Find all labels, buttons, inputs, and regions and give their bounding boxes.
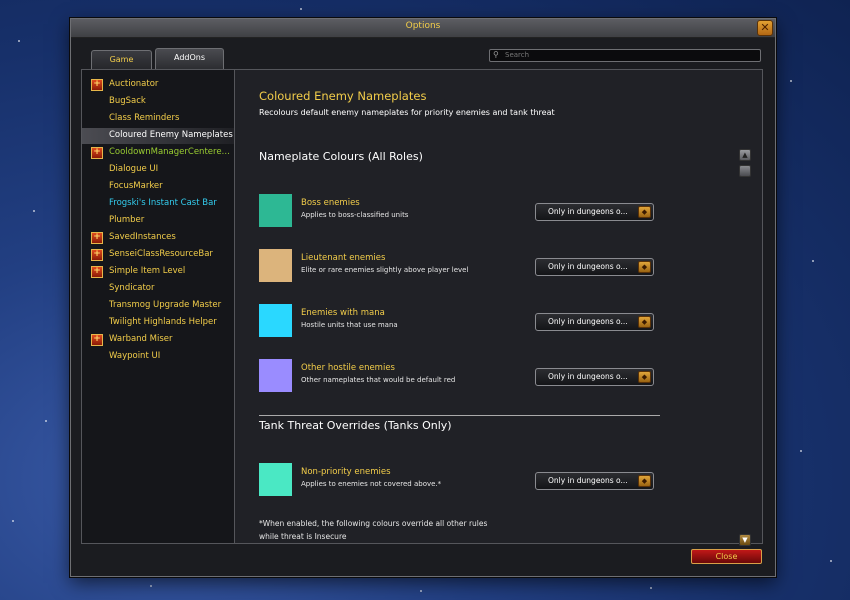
dropdown-arrow-icon[interactable]: ◆ <box>638 316 651 328</box>
mode-dropdown[interactable]: Only in dungeons o... ◆ <box>535 368 654 386</box>
dropdown-arrow-icon[interactable]: ◆ <box>638 261 651 273</box>
sidebar-item-label: Twilight Highlands Helper <box>109 317 217 327</box>
sidebar-item-label: Class Reminders <box>109 113 180 123</box>
mode-dropdown[interactable]: Only in dungeons o... ◆ <box>535 472 654 490</box>
sidebar-item[interactable]: + SenseiClassResourceBar <box>82 247 235 263</box>
search-input[interactable]: ⚲ Search <box>489 49 761 62</box>
mode-dropdown[interactable]: Only in dungeons o... ◆ <box>535 203 654 221</box>
option-name: Non-priority enemies <box>301 467 391 477</box>
sidebar-item[interactable]: + Auctionator <box>82 77 235 93</box>
sidebar-item-label: BugSack <box>109 96 146 106</box>
option-name: Lieutenant enemies <box>301 253 386 263</box>
dropdown-value: Only in dungeons o... <box>548 476 628 485</box>
option-description: Hostile units that use mana <box>301 321 398 329</box>
sidebar-item-label: Auctionator <box>109 79 159 89</box>
option-name: Enemies with mana <box>301 308 385 318</box>
page-description: Recolours default enemy nameplates for p… <box>259 108 555 117</box>
sidebar-item-label: Transmog Upgrade Master <box>109 300 222 310</box>
sidebar-item-label: FocusMarker <box>109 181 163 191</box>
close-icon: ✕ <box>760 21 770 34</box>
scrollbar-thumb[interactable] <box>739 165 751 177</box>
sidebar-item-label: Plumber <box>109 215 145 225</box>
colour-swatch[interactable] <box>259 249 292 282</box>
sidebar-item[interactable]: BugSack <box>82 94 235 110</box>
sidebar-item[interactable]: Frogski's Instant Cast Bar <box>82 196 235 212</box>
dropdown-value: Only in dungeons o... <box>548 262 628 271</box>
section-divider <box>259 415 660 416</box>
expand-plus-icon[interactable]: + <box>91 266 103 278</box>
section-heading-colours: Nameplate Colours (All Roles) <box>259 150 423 163</box>
sidebar-item[interactable]: Syndicator <box>82 281 235 297</box>
search-placeholder: Search <box>505 51 530 59</box>
expand-plus-icon[interactable]: + <box>91 249 103 261</box>
dropdown-value: Only in dungeons o... <box>548 207 628 216</box>
option-description: Elite or rare enemies slightly above pla… <box>301 266 469 274</box>
sidebar-item[interactable]: + Simple Item Level <box>82 264 235 280</box>
arrow-down-icon: ▼ <box>742 536 748 544</box>
dropdown-arrow-icon[interactable]: ◆ <box>638 371 651 383</box>
sidebar-item[interactable]: + SavedInstances <box>82 230 235 246</box>
colour-swatch[interactable] <box>259 194 292 227</box>
dropdown-arrow-icon[interactable]: ◆ <box>638 206 651 218</box>
sidebar-item-label: Coloured Enemy Nameplates <box>109 130 233 140</box>
sidebar-item-label: Waypoint UI <box>109 351 161 361</box>
addon-list: + Auctionator BugSack Class Reminders Colour… <box>81 69 237 544</box>
title-bar[interactable]: Options ✕ <box>71 19 775 38</box>
sidebar-item-label: Dialogue UI <box>109 164 159 174</box>
expand-plus-icon[interactable]: + <box>91 79 103 91</box>
option-name: Other hostile enemies <box>301 363 395 373</box>
footnote-line-1: *When enabled, the following colours ove… <box>259 519 488 528</box>
sidebar-item[interactable]: + Warband Miser <box>82 332 235 348</box>
option-description: Other nameplates that would be default r… <box>301 376 456 384</box>
colour-swatch[interactable] <box>259 463 292 496</box>
sidebar-item[interactable]: Dialogue UI <box>82 162 235 178</box>
option-description: Applies to boss-classified units <box>301 211 409 219</box>
sidebar-item[interactable]: Coloured Enemy Nameplates <box>82 128 235 144</box>
expand-plus-icon[interactable]: + <box>91 334 103 346</box>
footnote: *When enabled, the following colours ove… <box>259 517 487 543</box>
sidebar-item[interactable]: Waypoint UI <box>82 349 235 365</box>
expand-plus-icon[interactable]: + <box>91 147 103 159</box>
scroll-up-button[interactable]: ▲ <box>739 149 751 161</box>
dropdown-value: Only in dungeons o... <box>548 317 628 326</box>
sidebar-item[interactable]: Twilight Highlands Helper <box>82 315 235 331</box>
sidebar-item[interactable]: Plumber <box>82 213 235 229</box>
mode-dropdown[interactable]: Only in dungeons o... ◆ <box>535 313 654 331</box>
page-title: Coloured Enemy Nameplates <box>259 89 427 103</box>
close-x-button[interactable]: ✕ <box>757 20 773 36</box>
section-heading-tank: Tank Threat Overrides (Tanks Only) <box>259 419 452 432</box>
sidebar-item[interactable]: FocusMarker <box>82 179 235 195</box>
sidebar-item-label: SavedInstances <box>109 232 176 242</box>
dropdown-arrow-icon[interactable]: ◆ <box>638 475 651 487</box>
sidebar-item-label: SenseiClassResourceBar <box>109 249 213 259</box>
sidebar-item-label: Warband Miser <box>109 334 173 344</box>
tab-addons[interactable]: AddOns <box>155 48 224 69</box>
options-window: Options ✕ Game AddOns ⚲ Search + Auctiona… <box>70 18 776 577</box>
close-button[interactable]: Close <box>691 549 762 564</box>
sidebar-item-label: Simple Item Level <box>109 266 186 276</box>
colour-swatch[interactable] <box>259 304 292 337</box>
expand-plus-icon[interactable]: + <box>91 232 103 244</box>
option-name: Boss enemies <box>301 198 360 208</box>
sidebar-item[interactable]: + CooldownManagerCenteredRow <box>82 145 235 161</box>
colour-swatch[interactable] <box>259 359 292 392</box>
addon-settings-panel: Coloured Enemy Nameplates Recolours defa… <box>234 69 763 546</box>
search-icon: ⚲ <box>493 50 499 59</box>
dropdown-value: Only in dungeons o... <box>548 372 628 381</box>
option-description: Applies to enemies not covered above.* <box>301 480 442 488</box>
footnote-line-2: while threat is Insecure <box>259 532 347 541</box>
scroll-down-button[interactable]: ▼ <box>739 534 751 546</box>
tab-game[interactable]: Game <box>91 50 152 69</box>
sidebar-item-label: CooldownManagerCenteredRow <box>109 147 233 157</box>
arrow-up-icon: ▲ <box>742 151 748 159</box>
sidebar-item-label: Syndicator <box>109 283 155 293</box>
sidebar-item[interactable]: Class Reminders <box>82 111 235 127</box>
sidebar-item[interactable]: Transmog Upgrade Master <box>82 298 235 314</box>
window-title: Options <box>405 21 441 31</box>
sidebar-item-label: Frogski's Instant Cast Bar <box>109 198 217 208</box>
mode-dropdown[interactable]: Only in dungeons o... ◆ <box>535 258 654 276</box>
